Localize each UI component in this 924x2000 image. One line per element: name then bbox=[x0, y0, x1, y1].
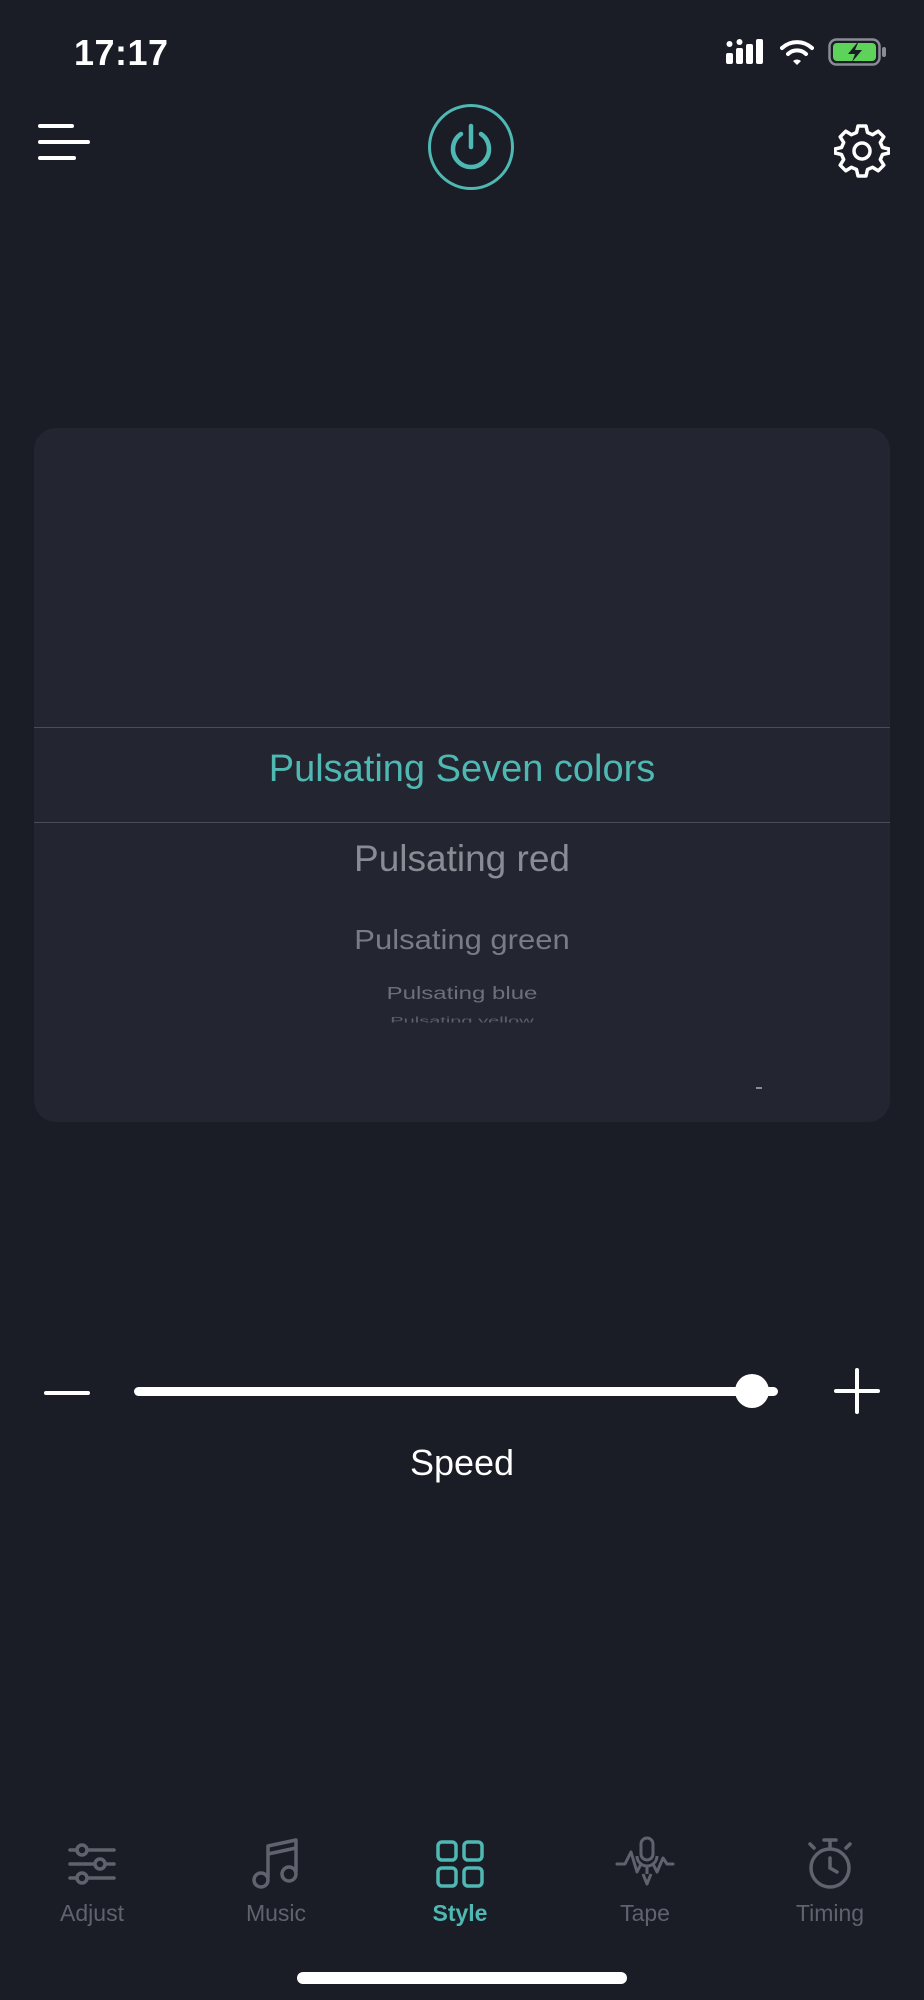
power-button[interactable] bbox=[428, 104, 514, 190]
picker-divider-bottom bbox=[34, 822, 890, 823]
tab-style[interactable]: Style bbox=[368, 1826, 552, 1936]
settings-button[interactable] bbox=[833, 122, 891, 178]
tab-label: Tape bbox=[620, 1900, 670, 1926]
minus-icon bbox=[44, 1391, 90, 1395]
speed-increase-button[interactable] bbox=[834, 1368, 880, 1414]
plus-icon bbox=[834, 1368, 880, 1414]
tab-bar: Adjust Music Style Tape Timing bbox=[0, 1826, 924, 1936]
tab-label: Style bbox=[432, 1900, 488, 1926]
tab-adjust[interactable]: Adjust bbox=[0, 1826, 184, 1936]
picker-scroll-mark bbox=[756, 1087, 762, 1089]
power-icon bbox=[450, 123, 492, 170]
speed-slider-thumb[interactable] bbox=[735, 1374, 770, 1408]
picker-item[interactable]: Pulsating green bbox=[0, 924, 924, 956]
speed-label: Speed bbox=[409, 1442, 515, 1483]
status-icons bbox=[726, 38, 888, 66]
tab-tape[interactable]: Tape bbox=[553, 1826, 737, 1936]
battery-charging-icon bbox=[828, 38, 886, 66]
music-note-icon bbox=[252, 1838, 298, 1889]
tab-label: Timing bbox=[795, 1900, 865, 1926]
menu-button[interactable] bbox=[36, 120, 92, 172]
picker-item[interactable]: Pulsating blue bbox=[0, 984, 924, 1004]
picker-item[interactable]: Pulsating yellow bbox=[0, 1016, 924, 1023]
tab-timing[interactable]: Timing bbox=[738, 1826, 922, 1936]
speed-slider-track[interactable] bbox=[134, 1387, 778, 1396]
speed-decrease-button[interactable] bbox=[44, 1376, 90, 1410]
signal-icon bbox=[726, 39, 763, 64]
wifi-icon bbox=[780, 40, 814, 65]
home-indicator bbox=[297, 1972, 627, 1984]
microphone-wave-icon bbox=[615, 1836, 675, 1886]
grid-icon bbox=[436, 1840, 484, 1888]
tab-label: Music bbox=[245, 1900, 307, 1926]
tab-music[interactable]: Music bbox=[184, 1826, 368, 1936]
stopwatch-icon bbox=[808, 1838, 852, 1889]
status-time: 17:17 bbox=[74, 32, 169, 73]
picker-item[interactable]: Pulsating red bbox=[0, 838, 924, 880]
picker-selected-item[interactable]: Pulsating Seven colors bbox=[0, 748, 924, 791]
sliders-icon bbox=[68, 1843, 116, 1885]
gear-icon bbox=[833, 124, 891, 178]
tab-label: Adjust bbox=[60, 1900, 124, 1926]
picker-divider-top bbox=[34, 727, 890, 728]
menu-icon bbox=[38, 124, 90, 160]
